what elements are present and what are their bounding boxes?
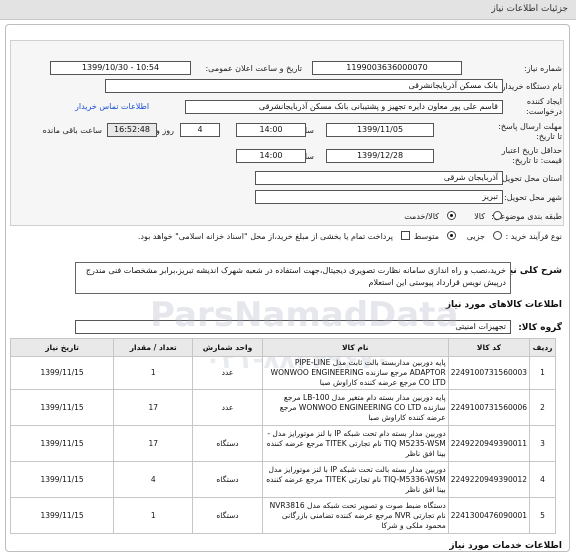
item-quantity: 1 (113, 497, 194, 534)
table-row[interactable]: 3 2249220949390011 دوربین مدار بسته دام … (9, 425, 556, 462)
item-unit: دستگاه (192, 425, 263, 462)
item-quantity: 17 (113, 389, 194, 426)
table-row[interactable]: 1 2249100731560003 پایه دوربین مداربسته … (9, 356, 556, 390)
goods-table: ردیف کد کالا نام کالا واحد شمارش تعداد /… (9, 338, 556, 534)
col-row-number: ردیف (529, 338, 556, 357)
row-number: 1 (529, 356, 556, 390)
description-box: خرید،نصب و راه اندازی سامانه نظارت تصویر… (75, 262, 511, 294)
item-unit: دستگاه (192, 461, 263, 498)
item-name: دوربین مدار بسته دام تحت شبکه IP با لنز … (261, 425, 449, 462)
process-partial-radio[interactable] (493, 231, 502, 240)
col-item-code: کد کالا (447, 338, 531, 357)
remaining-days-label: روز و (156, 126, 174, 135)
table-header-row: ردیف کد کالا نام کالا واحد شمارش تعداد /… (9, 338, 556, 357)
item-unit: دستگاه (192, 497, 263, 534)
goods-section-title: اطلاعات کالاهای مورد نیاز (445, 300, 562, 310)
page-title: جزئیات اطلاعات نیاز (491, 4, 568, 14)
item-name: پایه دوربین مدار بسته دام متغیر مدل LB-1… (261, 389, 449, 426)
item-quantity: 4 (113, 461, 194, 498)
validity-label-line1: حداقل تاریخ اعتبار (501, 146, 562, 155)
city-label: شهر محل تحویل: (504, 193, 562, 202)
process-partial-label: جزیی (466, 232, 485, 241)
buyer-field: بانک مسکن آذربایجانشرقی (105, 79, 503, 93)
item-code: 2249220949390011 (447, 425, 531, 462)
category-goods-radio[interactable] (493, 211, 502, 220)
goods-group-field: تجهیزات امنیتی (75, 320, 511, 334)
item-need-date: 1399/11/15 (9, 425, 115, 462)
col-unit: واحد شمارش (192, 338, 263, 357)
goods-group-label: گروه کالا: (518, 323, 562, 333)
row-number: 3 (529, 425, 556, 462)
col-quantity: تعداد / مقدار (113, 338, 194, 357)
table-row[interactable]: 2 2249100731560006 پایه دوربین مدار بسته… (9, 389, 556, 426)
item-name: دوربین مدار بسته بالت تحت شبکه IP با لنز… (261, 461, 449, 498)
validity-date-field: 1399/12/28 (326, 149, 434, 163)
item-name: دستگاه ضبط صوت و تصویر تحت شبکه مدل NVR3… (261, 497, 449, 534)
announce-date-label: تاریخ و ساعت اعلان عمومی: (205, 64, 302, 73)
row-number: 5 (529, 497, 556, 534)
validity-label-line2: قیمت: تا تاریخ: (512, 156, 562, 165)
city-field: تبریز (255, 190, 503, 204)
category-service-radio[interactable] (447, 211, 456, 220)
table-row[interactable]: 4 2249220949390012 دوربین مدار بسته بالت… (9, 461, 556, 498)
title-bar: جزئیات اطلاعات نیاز (0, 0, 576, 20)
item-name: پایه دوربین مداربسته بالت ثابت مدل PIPE-… (261, 356, 449, 390)
reply-date-field: 1399/11/05 (326, 123, 434, 137)
col-need-date: تاریخ نیاز (9, 338, 115, 357)
item-need-date: 1399/11/15 (9, 356, 115, 390)
payment-note: پرداخت تمام یا بخشی از مبلغ خرید،از محل … (137, 232, 393, 241)
buyer-label: نام دستگاه خریدار: (499, 82, 562, 91)
province-label: استان محل تحویل: (499, 174, 562, 183)
category-goods-label: کالا (474, 212, 485, 221)
item-need-date: 1399/11/15 (9, 497, 115, 534)
reply-time-field: 14:00 (236, 123, 306, 137)
validity-time-field: 14:00 (236, 149, 306, 163)
process-medium-radio[interactable] (447, 231, 456, 240)
requester-label-line2: درخواست: (526, 107, 562, 116)
remaining-time-field: 16:52:48 (107, 123, 157, 137)
process-type-label: نوع فرآیند خرید : (505, 232, 562, 241)
item-unit: عدد (192, 356, 263, 390)
col-item-name: نام کالا (261, 338, 449, 357)
need-number-label: شماره نیاز: (524, 64, 562, 73)
item-need-date: 1399/11/15 (9, 461, 115, 498)
announce-date-field: 1399/10/30 - 10:54 (50, 61, 191, 75)
item-code: 2249100731560006 (447, 389, 531, 426)
item-code: 2249100731560003 (447, 356, 531, 390)
item-quantity: 17 (113, 425, 194, 462)
row-number: 2 (529, 389, 556, 426)
province-field: آذربایجان شرقی (255, 171, 503, 185)
item-code: 2241300476090001 (447, 497, 531, 534)
remaining-days-field: 4 (180, 123, 220, 137)
treasury-bonds-checkbox[interactable] (401, 231, 410, 240)
reply-deadline-label-line1: مهلت ارسال پاسخ: (498, 122, 562, 131)
requester-field: قاسم علی پور معاون دایره تجهیز و پشتیبان… (185, 100, 503, 114)
need-number-field: 1199003636000070 (312, 61, 462, 75)
item-quantity: 1 (113, 356, 194, 390)
category-service-label: کالا/خدمت (404, 212, 439, 221)
item-code: 2249220949390012 (447, 461, 531, 498)
table-row[interactable]: 5 2241300476090001 دستگاه ضبط صوت و تصوی… (9, 497, 556, 534)
reply-deadline-label-line2: تا تاریخ: (536, 132, 562, 141)
services-section-title: اطلاعات خدمات مورد نیاز (449, 541, 562, 551)
process-medium-label: متوسط (413, 232, 439, 241)
remaining-time-label: ساعت باقی مانده (42, 126, 102, 135)
row-number: 4 (529, 461, 556, 498)
item-unit: عدد (192, 389, 263, 426)
item-need-date: 1399/11/15 (9, 389, 115, 426)
buyer-contact-link[interactable]: اطلاعات تماس خریدار (75, 102, 149, 111)
requester-label-line1: ایجاد کننده (526, 97, 562, 106)
